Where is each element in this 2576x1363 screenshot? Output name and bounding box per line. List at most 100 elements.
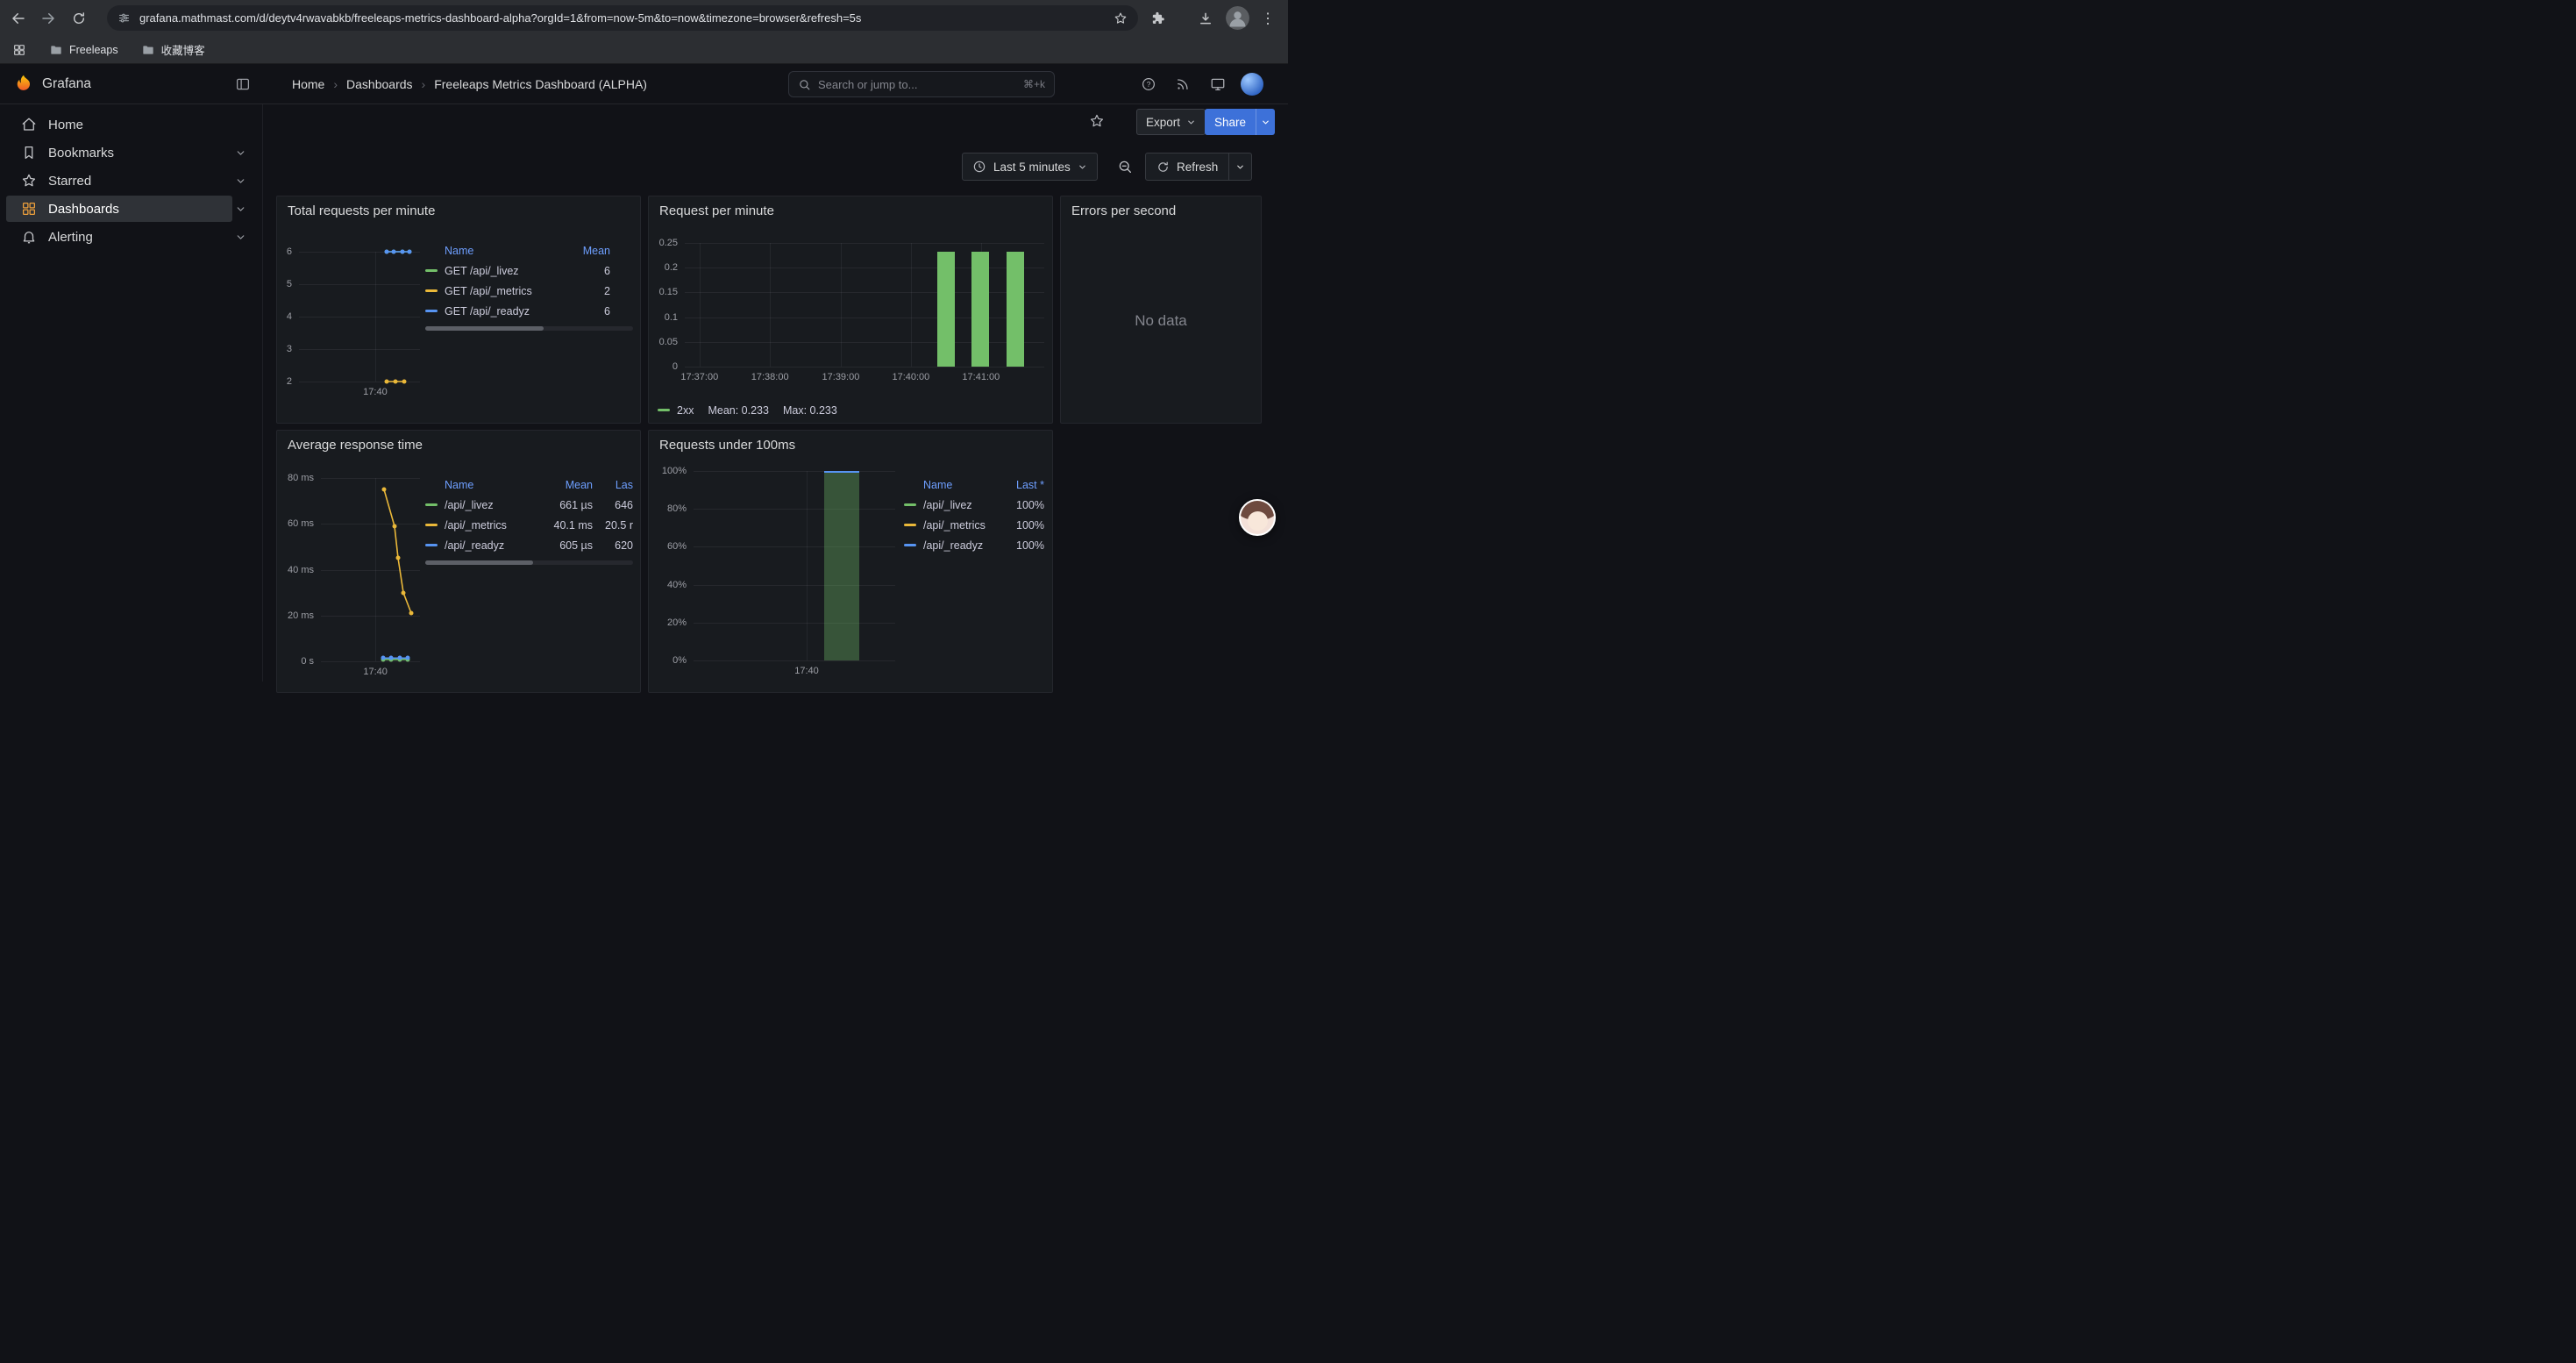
sidebar-item-home[interactable]: Home [6,111,232,138]
legend-label: /api/_readyz [445,539,504,552]
extensions-icon[interactable] [1151,11,1166,25]
sidebar-item-label: Dashboards [48,202,119,217]
legend-scrollbar[interactable] [425,326,633,331]
legend-label: GET /api/_readyz [445,305,530,318]
news-feed-icon[interactable] [1176,76,1191,91]
refresh-main[interactable]: Refresh [1146,153,1228,180]
legend-value: 661 µs [538,499,593,511]
legend-scrollbar-thumb[interactable] [425,326,544,331]
share-button[interactable]: Share [1205,109,1275,135]
share-label[interactable]: Share [1205,109,1256,135]
browser-profile-avatar[interactable] [1226,6,1249,30]
panel-title[interactable]: Errors per second [1071,203,1176,218]
chevron-down-icon[interactable] [235,203,246,215]
legend-column-header[interactable]: Last * [993,479,1044,491]
legend-row[interactable]: GET /api/_metrics2 [425,281,633,301]
site-info-icon[interactable] [117,11,131,25]
breadcrumb-home[interactable]: Home [292,77,324,91]
url-text[interactable]: grafana.mathmast.com/d/deytv4rwavabkb/fr… [139,11,1105,25]
bookmark-star-icon[interactable] [1114,11,1128,25]
legend-row[interactable]: GET /api/_livez6 [425,260,633,281]
help-icon[interactable]: ? [1141,76,1156,92]
reload-icon[interactable] [72,11,87,25]
downloads-icon[interactable] [1198,11,1213,26]
y-axis-label: 0 [672,361,678,372]
y-gridline [685,367,1044,368]
legend-label: /api/_metrics [445,519,507,532]
series-color-marker [425,310,438,313]
legend-row[interactable]: GET /api/_readyz6 [425,301,633,321]
y-gridline [694,509,895,510]
y-axis-label: 0% [672,655,687,666]
series-point [407,250,411,254]
chevron-down-icon[interactable] [235,147,246,159]
sidebar-item-starred[interactable]: Starred [6,168,232,194]
y-axis-label: 3 [287,344,292,354]
legend-row[interactable]: /api/_readyz100% [904,535,1044,555]
refresh-interval-chevron-icon[interactable] [1228,153,1251,180]
panel-title[interactable]: Request per minute [659,203,774,218]
export-button[interactable]: Export [1136,109,1206,135]
series-color-marker [425,544,438,547]
legend-column-header[interactable]: Mean [558,245,610,257]
dashboard-area: Export Share Last 5 minutes Refresh Tota… [263,104,1288,682]
search-box[interactable]: ⌘+k [788,71,1055,97]
legend-scrollbar-thumb[interactable] [425,560,533,565]
legend-value: 20.5 r [593,519,633,532]
panel-title[interactable]: Average response time [288,438,423,453]
refresh-button[interactable]: Refresh [1145,153,1252,181]
share-menu-chevron-icon[interactable] [1256,109,1275,135]
chart-plot: 100%80%60%40%20%0%17:40 [694,471,895,660]
legend-scrollbar[interactable] [425,560,633,565]
x-gridline [700,243,701,367]
dock-sidebar-icon[interactable] [235,76,251,92]
sidebar-item-alerting[interactable]: Alerting [6,224,232,250]
assistant-avatar[interactable] [1239,499,1276,536]
zoom-out-icon[interactable] [1117,159,1133,175]
time-range-picker[interactable]: Last 5 minutes [962,153,1098,181]
legend-column-header[interactable]: Name [425,479,538,491]
panel-title[interactable]: Requests under 100ms [659,438,795,453]
chart-legend: NameMean GET /api/_livez6GET /api/_metric… [425,240,633,331]
panel-title[interactable]: Total requests per minute [288,203,435,218]
legend-value: 620 [593,539,633,552]
chart-plot: 0.250.20.150.10.05017:37:0017:38:0017:39… [685,243,1044,367]
kiosk-mode-icon[interactable] [1210,76,1226,92]
browser-menu-icon[interactable]: ⋮ [1261,11,1276,25]
bookmark-folder-blogs[interactable]: 收藏博客 [141,41,205,58]
legend-row[interactable]: /api/_livez661 µs646 [425,495,633,515]
favorite-star-icon[interactable] [1089,113,1105,129]
breadcrumb-current[interactable]: Freeleaps Metrics Dashboard (ALPHA) [434,77,647,91]
sidebar-item-bookmarks[interactable]: Bookmarks [6,139,232,166]
x-axis-label: 17:40:00 [892,372,929,382]
back-icon[interactable] [11,11,26,26]
series-point [392,250,396,254]
legend-row[interactable]: /api/_metrics100% [904,515,1044,535]
x-gridline [770,243,771,367]
y-axis-label: 4 [287,311,292,322]
legend-column-header[interactable]: Las [593,479,633,491]
user-avatar[interactable] [1241,73,1263,96]
brand-title: Grafana [42,64,91,104]
legend-header: NameLast * [904,475,1044,495]
breadcrumb-dashboards[interactable]: Dashboards [346,77,413,91]
legend-column-header[interactable]: Name [904,479,993,491]
legend-column-header[interactable]: Mean [538,479,593,491]
y-axis-label: 60 ms [288,518,314,529]
chevron-down-icon[interactable] [235,232,246,243]
sidebar-item-dashboards[interactable]: Dashboards [6,196,232,222]
legend-row[interactable]: /api/_livez100% [904,495,1044,515]
legend-column-header[interactable]: Name [425,245,558,257]
address-bar[interactable]: grafana.mathmast.com/d/deytv4rwavabkb/fr… [107,5,1138,31]
forward-icon[interactable] [40,11,56,26]
legend-row[interactable]: /api/_metrics40.1 ms20.5 r [425,515,633,535]
chart-bar [1007,252,1024,367]
apps-grid-icon[interactable] [12,43,26,57]
search-input[interactable] [818,78,1016,91]
panel-requests-under-100ms: Requests under 100ms 100%80%60%40%20%0%1… [648,430,1053,693]
legend-inline[interactable]: 2xxMean: 0.233Max: 0.233 [658,400,1042,420]
bookmark-folder-freeleaps[interactable]: Freeleaps [49,43,118,57]
legend-row[interactable]: /api/_readyz605 µs620 [425,535,633,555]
grafana-logo-icon[interactable] [12,73,35,96]
chevron-down-icon[interactable] [235,175,246,187]
